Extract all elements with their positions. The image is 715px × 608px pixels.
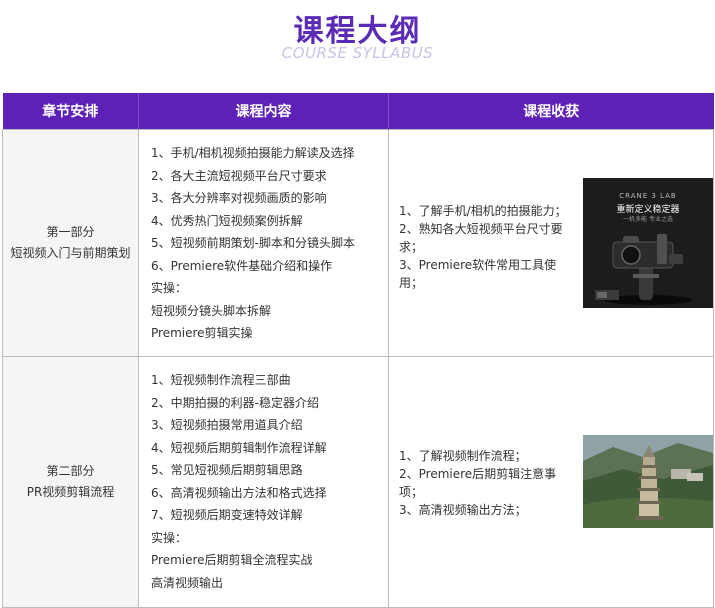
harvest-item: 项； [399, 485, 424, 499]
page-header: 课程大纲 COURSE SYLLABUS [0, 0, 715, 92]
harvest-cell: 1、了解手机/相机的拍摄能力； 2、熟知各大短视频平台尺寸要 求； 3、Prem… [388, 129, 714, 357]
content-cell: 1、短视频制作流程三部曲 2、中期拍摄的利器-稳定器介绍 3、短视频拍摄常用道具… [138, 356, 389, 608]
content-item: 1、短视频制作流程三部曲 [151, 373, 291, 387]
content-item: 5、常见短视频后期剪辑思路 [151, 463, 303, 477]
table-row: 第二部分 PR视频剪辑流程 1、短视频制作流程三部曲 2、中期拍摄的利器-稳定器… [2, 356, 714, 608]
content-item: 高清视频输出 [151, 575, 224, 590]
content-item: 2、各大主流短视频平台尺寸要求 [151, 168, 327, 183]
harvest-item: 1、了解手机/相机的拍摄能力； [399, 204, 567, 218]
content-item: 3、短视频拍摄常用道具介绍 [151, 418, 303, 432]
content-item: 5、短视频前期策划-脚本和分镜头脚本 [151, 236, 355, 250]
harvest-item: 2、Premiere后期剪辑注意事 [399, 467, 557, 481]
content-cell: 1、手机/相机视频拍摄能力解读及选择 2、各大主流短视频平台尺寸要求 3、各大分… [138, 129, 389, 357]
harvest-item: 求； [399, 240, 424, 254]
pagoda-illustration [583, 435, 713, 528]
content-item: 3、各大分辨率对视频画质的影响 [151, 191, 327, 205]
syllabus-table: 章节安排 课程内容 课程收获 第一部分 短视频入门与前期策划 1、手机/相机视频… [2, 93, 714, 608]
harvest-text: 1、了解手机/相机的拍摄能力； 2、熟知各大短视频平台尺寸要 求； 3、Prem… [399, 202, 567, 292]
content-item: 7、短视频后期变速特效详解 [151, 508, 303, 522]
harvest-cell: 1、了解视频制作流程； 2、Premiere后期剪辑注意事 项； 3、高清视频输… [388, 356, 714, 608]
section-cell: 第一部分 短视频入门与前期策划 [2, 129, 139, 357]
harvest-item: 2、熟知各大短视频平台尺寸要 [399, 222, 563, 236]
content-item: 短视频分镜头脚本拆解 [151, 303, 272, 318]
harvest-item: 用； [399, 276, 424, 290]
content-item: 实操： [151, 530, 188, 545]
content-item: 4、优秀热门短视频案例拆解 [151, 213, 303, 228]
content-item: 1、手机/相机视频拍摄能力解读及选择 [151, 146, 355, 160]
content-item: 2、中期拍摄的利器-稳定器介绍 [151, 395, 319, 410]
pagoda-landscape-image [583, 435, 713, 528]
harvest-text: 1、了解视频制作流程； 2、Premiere后期剪辑注意事 项； 3、高清视频输… [399, 447, 567, 519]
content-item: 4、短视频后期剪辑制作流程详解 [151, 440, 327, 455]
content-item: Premiere后期剪辑全流程实战 [151, 553, 313, 567]
column-header-harvest: 课程收获 [388, 93, 714, 130]
section-number: 第一部分 [46, 225, 95, 239]
section-number: 第二部分 [46, 464, 95, 478]
harvest-item: 3、Premiere软件常用工具使 [399, 258, 557, 272]
column-header-chapter: 章节安排 [2, 93, 139, 130]
harvest-item: 3、高清视频输出方法； [399, 503, 527, 517]
content-item: 6、高清视频输出方法和格式选择 [151, 485, 327, 500]
section-cell: 第二部分 PR视频剪辑流程 [2, 356, 139, 608]
section-title: PR视频剪辑流程 [26, 485, 115, 499]
content-item: 实操： [151, 281, 188, 295]
harvest-item: 1、了解视频制作流程； [399, 449, 527, 463]
content-item: Premiere剪辑实操 [151, 326, 253, 340]
table-header-row: 章节安排 课程内容 课程收获 [2, 93, 714, 130]
gimbal-product-image: CRANE 3 LAB 重新定义稳定器 一机多能 专业之选 [583, 178, 713, 308]
section-title: 短视频入门与前期策划 [10, 246, 131, 260]
page-subtitle: COURSE SYLLABUS [281, 44, 434, 62]
column-header-content: 课程内容 [138, 93, 389, 130]
table-row: 第一部分 短视频入门与前期策划 1、手机/相机视频拍摄能力解读及选择 2、各大主… [2, 129, 714, 357]
content-item: 6、Premiere软件基础介绍和操作 [151, 258, 333, 273]
gimbal-illustration [595, 234, 692, 305]
